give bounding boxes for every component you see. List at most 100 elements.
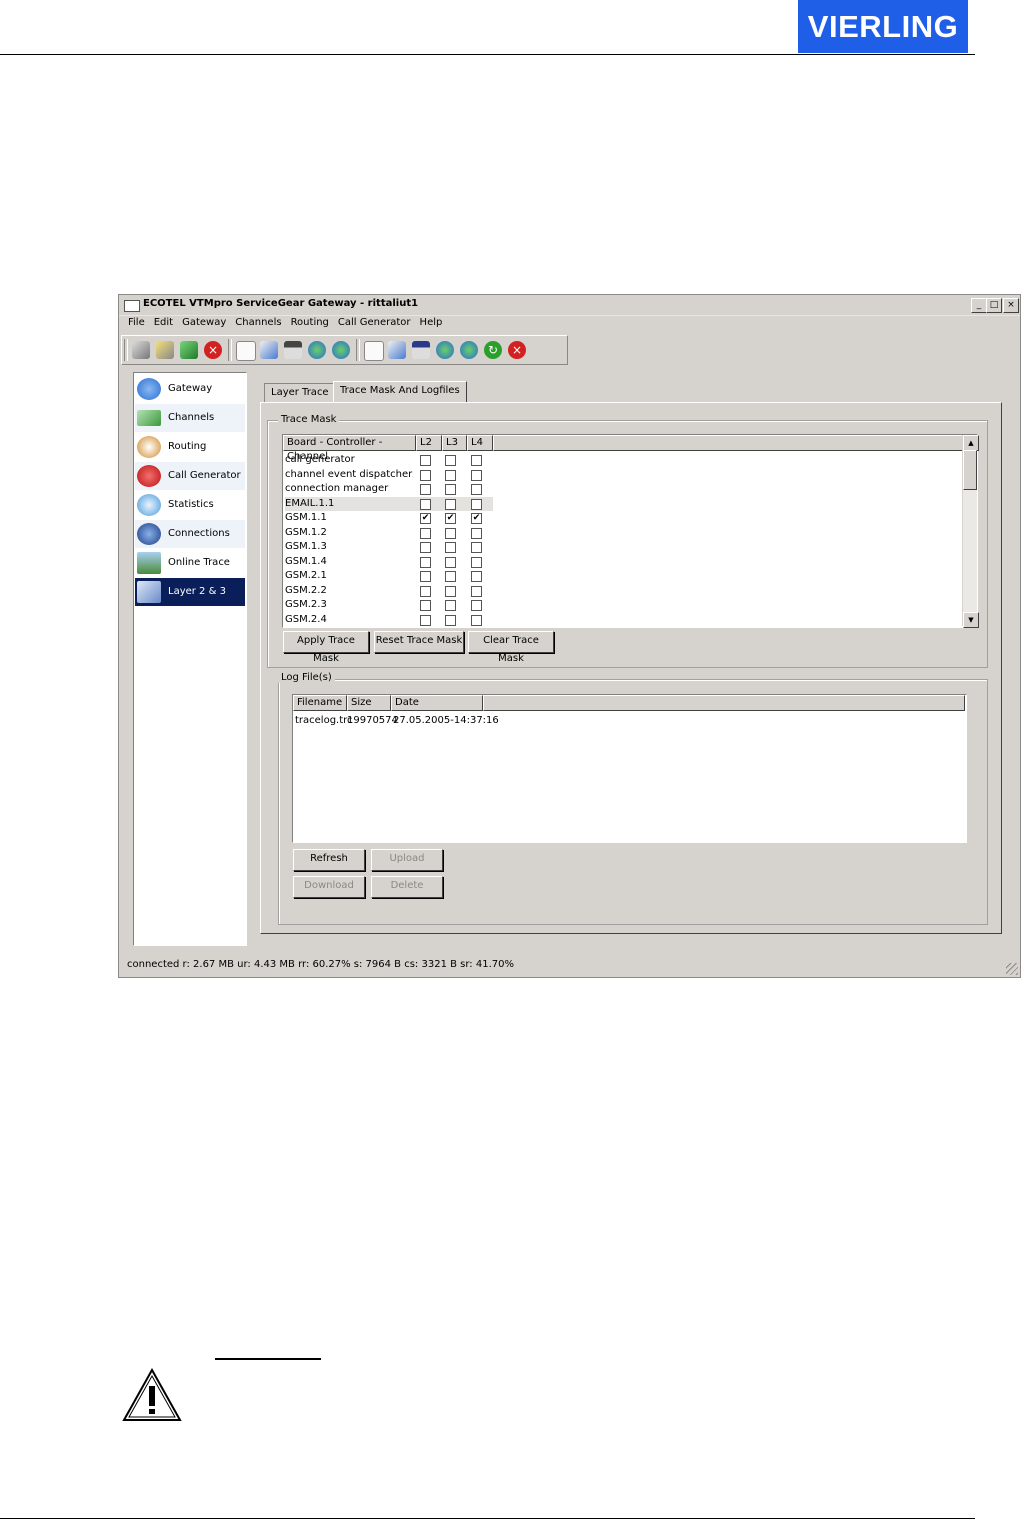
checkbox-l2[interactable] [420, 571, 431, 582]
checkbox-l3[interactable] [445, 527, 456, 539]
download2-icon[interactable] [460, 341, 478, 359]
checkbox-l3[interactable] [445, 542, 456, 553]
refresh-icon[interactable] [180, 341, 198, 359]
save-icon[interactable] [284, 341, 302, 359]
apply-trace-mask-button[interactable]: Apply Trace Mask [283, 631, 369, 664]
checkbox-l3[interactable] [445, 556, 456, 568]
sidebar-item-layer-trace[interactable]: Layer 2 & 3 Trace [135, 578, 245, 625]
trace-mask-scrollbar[interactable]: ▲ ▼ [962, 435, 979, 628]
tab-layer-trace[interactable]: Layer Trace [264, 383, 336, 402]
checkbox-l2[interactable] [420, 498, 431, 510]
save2-icon[interactable] [412, 341, 430, 359]
checkbox-l4[interactable] [471, 542, 482, 553]
column-header-l2[interactable]: L2 [416, 435, 442, 451]
open-icon[interactable] [260, 341, 278, 359]
list-item[interactable]: connection manager [285, 482, 493, 496]
checkbox-l4[interactable] [471, 527, 482, 539]
download-button[interactable]: Download [293, 876, 365, 898]
list-item[interactable]: GSM.1.1 ✔ ✔ ✔ [285, 511, 493, 525]
list-item[interactable]: GSM.2.2 [285, 584, 493, 598]
checkbox-l2[interactable] [420, 527, 431, 539]
reset-trace-mask-button[interactable]: Reset Trace Mask [374, 631, 464, 653]
upload-button[interactable]: Upload [371, 849, 443, 871]
checkbox-l3[interactable] [445, 571, 456, 582]
list-item[interactable]: GSM.1.3 [285, 540, 493, 554]
upload-icon[interactable] [308, 341, 326, 359]
list-item[interactable]: GSM.2.1 [285, 569, 493, 583]
checkbox-l4[interactable] [471, 498, 482, 510]
menu-help[interactable]: Help [420, 317, 443, 328]
delete-button[interactable]: Delete [371, 876, 443, 898]
table-row[interactable]: tracelog.trc 19970574 27.05.2005-14:37:1… [295, 714, 795, 728]
column-header-filename[interactable]: Filename [293, 695, 347, 711]
clear-trace-mask-button[interactable]: Clear Trace Mask [468, 631, 554, 664]
scroll-thumb[interactable] [963, 450, 977, 490]
checkbox-l4[interactable] [471, 455, 482, 466]
checkbox-l3[interactable] [445, 469, 456, 481]
list-item[interactable]: channel event dispatcher [285, 468, 493, 482]
tab-trace-mask-logfiles[interactable]: Trace Mask And Logfiles [333, 381, 467, 403]
list-item[interactable]: GSM.1.2 [285, 526, 493, 540]
scroll-down-arrow-icon[interactable]: ▼ [963, 612, 979, 628]
upload2-icon[interactable] [436, 341, 454, 359]
maximize-button[interactable]: □ [986, 298, 1002, 313]
column-header-l3[interactable]: L3 [442, 435, 467, 451]
list-item[interactable]: call generator [285, 453, 493, 467]
menu-routing[interactable]: Routing [291, 317, 329, 328]
checkbox-l4[interactable] [471, 571, 482, 582]
menu-gateway[interactable]: Gateway [182, 317, 226, 328]
scroll-up-arrow-icon[interactable]: ▲ [963, 435, 979, 451]
stop-icon[interactable]: × [204, 341, 222, 359]
open2-icon[interactable] [388, 341, 406, 359]
sidebar-item-connections[interactable]: Connections [135, 520, 245, 548]
column-header-size[interactable]: Size [347, 695, 391, 711]
sidebar-item-channels[interactable]: Channels [135, 404, 245, 432]
new-icon[interactable] [236, 341, 256, 361]
checkbox-l3[interactable] [445, 614, 456, 626]
refresh-button[interactable]: Refresh [293, 849, 365, 871]
checkbox-l2[interactable] [420, 455, 431, 466]
column-header-l4[interactable]: L4 [467, 435, 493, 451]
checkbox-l3[interactable] [445, 585, 456, 597]
checkbox-l3[interactable]: ✔ [445, 513, 456, 524]
column-header-channel[interactable]: Board - Controller - Channel [283, 435, 416, 462]
checkbox-l4[interactable] [471, 600, 482, 611]
sidebar-item-gateway[interactable]: Gateway [135, 375, 245, 403]
checkbox-l4[interactable] [471, 585, 482, 597]
reload-icon[interactable]: ↻ [484, 341, 502, 359]
list-item[interactable]: GSM.2.3 [285, 598, 493, 612]
connect-icon[interactable] [132, 341, 150, 359]
checkbox-l2[interactable] [420, 556, 431, 568]
checkbox-l2[interactable] [420, 614, 431, 626]
checkbox-l2[interactable] [420, 585, 431, 597]
trace-mask-list[interactable]: Board - Controller - Channel L2 L3 L4 ca… [282, 434, 979, 628]
log-files-list[interactable]: Filename Size Date tracelog.trc 19970574… [292, 694, 967, 843]
sidebar-item-routing[interactable]: Routing [135, 433, 245, 461]
checkbox-l4[interactable] [471, 469, 482, 481]
checkbox-l2[interactable] [420, 469, 431, 481]
menu-file[interactable]: File [128, 317, 145, 328]
sidebar-item-statistics[interactable]: Statistics [135, 491, 245, 519]
sidebar-item-online-trace[interactable]: Online Trace [135, 549, 245, 577]
new2-icon[interactable] [364, 341, 384, 361]
download-icon[interactable] [332, 341, 350, 359]
checkbox-l3[interactable] [445, 455, 456, 466]
checkbox-l2[interactable] [420, 484, 431, 495]
checkbox-l3[interactable] [445, 498, 456, 510]
resize-grip-icon[interactable] [1006, 963, 1018, 975]
close-button[interactable]: × [1003, 298, 1019, 313]
list-item[interactable]: EMAIL.1.1 [285, 496, 493, 511]
checkbox-l4[interactable]: ✔ [471, 513, 482, 524]
menu-edit[interactable]: Edit [154, 317, 173, 328]
checkbox-l4[interactable] [471, 484, 482, 495]
sidebar-item-call-generator[interactable]: Call Generator [135, 462, 245, 490]
column-header-date[interactable]: Date [391, 695, 483, 711]
checkbox-l4[interactable] [471, 614, 482, 626]
checkbox-l3[interactable] [445, 600, 456, 611]
cancel-icon[interactable]: × [508, 341, 526, 359]
checkbox-l4[interactable] [471, 556, 482, 568]
minimize-button[interactable]: _ [971, 298, 987, 313]
checkbox-l2[interactable]: ✔ [420, 513, 431, 524]
menu-call-generator[interactable]: Call Generator [338, 317, 411, 328]
checkbox-l3[interactable] [445, 484, 456, 495]
